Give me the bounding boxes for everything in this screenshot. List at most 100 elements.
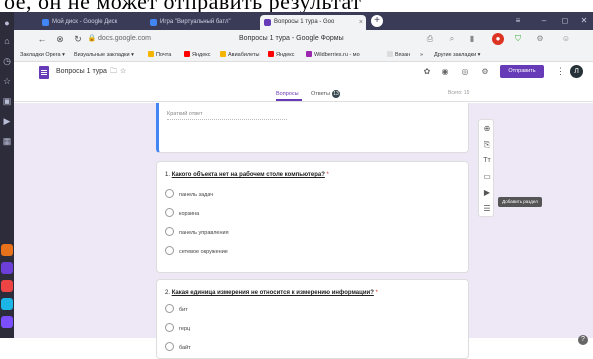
search-icon[interactable]: ⌕ — [446, 33, 458, 45]
drive-icon — [42, 19, 49, 26]
add-section-icon[interactable]: ☰ — [482, 204, 492, 214]
question-title[interactable]: 2. Какая единица измерения не относится … — [165, 290, 378, 296]
extensions-icon[interactable]: ▦ — [2, 136, 12, 146]
reload-icon[interactable]: ↻ — [72, 33, 84, 45]
bookmark-wildberries[interactable]: Wildberries.ru - мо — [306, 51, 360, 60]
close-tab-icon[interactable]: × — [359, 15, 363, 30]
radio-button[interactable] — [165, 246, 174, 255]
tab-google-drive[interactable]: Мой диск - Google Диск — [38, 15, 144, 30]
bookmark-other[interactable]: Другие закладки ▾ — [434, 51, 480, 60]
tooltip: Добавить раздел — [498, 197, 542, 207]
mail-app-icon[interactable] — [1, 244, 13, 256]
active-tab-indicator — [276, 99, 302, 101]
radio-option[interactable]: бит — [165, 304, 188, 316]
opera-menu-icon[interactable]: ⊗ — [54, 33, 66, 45]
history-icon[interactable]: ◷ — [2, 56, 12, 66]
adblock-icon[interactable]: ● — [492, 33, 504, 45]
radio-button[interactable] — [165, 342, 174, 351]
url-field[interactable]: docs.google.com — [98, 33, 151, 45]
answers-count-badge: 13 — [332, 90, 341, 98]
telegram-app-icon[interactable] — [1, 298, 13, 310]
bookmark-knit[interactable]: Вязан — [387, 51, 410, 60]
minimize-icon[interactable]: – — [538, 15, 550, 27]
eye-icon[interactable]: ◎ — [460, 67, 470, 77]
palette-icon[interactable]: ✿ — [422, 67, 432, 77]
star-icon[interactable]: ☆ — [120, 68, 126, 75]
player-icon[interactable]: ▶ — [2, 116, 12, 126]
short-answer-field: Краткий ответ — [167, 111, 287, 120]
radio-option[interactable]: панель задач — [165, 189, 213, 201]
screenshot-caption: ое, он не может отправить результат — [0, 0, 593, 12]
bookmark-yandex-2[interactable]: Яндекс — [268, 51, 295, 60]
forms-logo-icon[interactable] — [39, 66, 49, 79]
yandex-icon — [184, 51, 190, 57]
folder-icon[interactable]: 🗀 — [110, 68, 117, 75]
preview-icon[interactable]: ◉ — [440, 67, 450, 77]
bookmark-icon[interactable]: ▮ — [466, 33, 478, 45]
bookmark-opera[interactable]: Закладки Opera ▾ — [20, 51, 65, 60]
messenger-app-icon[interactable] — [1, 262, 13, 274]
form-canvas: Краткий ответ 1. Какого объекта нет на р… — [14, 103, 593, 359]
question-title[interactable]: 1. Какого объекта нет на рабочем столе к… — [165, 172, 329, 178]
maximize-icon[interactable]: ◻ — [559, 15, 571, 27]
radio-button[interactable] — [165, 208, 174, 217]
camera-icon[interactable]: ⎙ — [424, 33, 436, 45]
bookmarks-more[interactable]: » — [420, 51, 423, 60]
yandex-icon — [268, 51, 274, 57]
bookmark-mail[interactable]: Почта — [148, 51, 171, 60]
profile-icon[interactable]: ☺ — [560, 33, 572, 45]
radio-button[interactable] — [165, 189, 174, 198]
opera-sidebar: ● ⌂ ◷ ☆ ▣ ▶ ▦ — [0, 12, 14, 338]
assistant-app-icon[interactable] — [1, 316, 13, 328]
radio-button[interactable] — [165, 304, 174, 313]
form-title[interactable]: Вопросы 1 тура 🗀 ☆ — [56, 67, 126, 78]
help-icon[interactable]: ? — [578, 335, 588, 345]
radio-option[interactable]: корзина — [165, 208, 199, 220]
tab-questions[interactable]: Вопросы — [276, 90, 299, 98]
speed-dial-icon[interactable]: ⌂ — [2, 36, 12, 46]
tab-game[interactable]: Игра "Виртуальный батл" — [146, 15, 258, 30]
opera-logo-icon[interactable]: ● — [2, 18, 12, 28]
more-menu-icon[interactable]: ⋮ — [556, 66, 565, 77]
add-app-icon[interactable] — [1, 280, 13, 292]
radio-option[interactable]: панель управления — [165, 227, 229, 239]
avia-icon — [220, 51, 226, 57]
wildberries-icon — [306, 51, 312, 57]
new-tab-button[interactable]: + — [371, 15, 383, 27]
tab-forms[interactable]: Вопросы 1 тура - Goo × — [260, 15, 366, 30]
import-questions-icon[interactable]: ⎘ — [482, 140, 492, 150]
bookmarks-bar: Закладки Opera ▾ Визуальные закладки ▾ П… — [14, 49, 593, 62]
radio-option[interactable]: байт — [165, 342, 191, 354]
settings-gear-icon[interactable]: ⚙ — [480, 67, 490, 77]
tab-favicon-icon — [150, 19, 157, 26]
tab-strip: Мой диск - Google Диск Игра "Виртуальный… — [14, 12, 593, 30]
bookmark-avia[interactable]: Авиабилеты — [220, 51, 260, 60]
radio-button[interactable] — [165, 323, 174, 332]
knit-icon — [387, 51, 393, 57]
forms-header: Вопросы 1 тура 🗀 ☆ ✿ ◉ ◎ ⚙ Отправить ⋮ Л В… — [14, 62, 593, 102]
radio-option[interactable]: герц — [165, 323, 190, 335]
bookmarks-icon[interactable]: ☆ — [2, 76, 12, 86]
send-button[interactable]: Отправить — [500, 65, 544, 78]
close-window-icon[interactable]: ✕ — [578, 15, 590, 27]
add-video-icon[interactable]: ▶ — [482, 188, 492, 198]
radio-button[interactable] — [165, 227, 174, 236]
radio-option[interactable]: сетевое окружение — [165, 246, 228, 258]
extensions-puzzle-icon[interactable]: ⚙ — [534, 33, 546, 45]
question-card-short[interactable]: Краткий ответ — [156, 103, 469, 153]
question-card-1[interactable]: 1. Какого объекта нет на рабочем столе к… — [156, 161, 469, 273]
bookmark-visual[interactable]: Визуальные закладки ▾ — [74, 51, 134, 60]
add-title-icon[interactable]: Tт — [482, 156, 492, 166]
snapshot-icon[interactable]: ▣ — [2, 96, 12, 106]
avatar[interactable]: Л — [570, 65, 583, 78]
tab-answers[interactable]: Ответы 13 — [311, 90, 341, 98]
filter-icon[interactable]: ≡ — [512, 15, 524, 27]
vpn-icon[interactable]: ⛉ — [512, 33, 524, 45]
forms-icon — [264, 19, 271, 26]
question-toolbar: ⊕ ⎘ Tт ▭ ▶ ☰ — [478, 119, 494, 217]
bookmark-yandex[interactable]: Яндекс — [184, 51, 211, 60]
question-card-2[interactable]: 2. Какая единица измерения не относится … — [156, 279, 469, 359]
back-icon[interactable]: ← — [36, 33, 48, 45]
add-image-icon[interactable]: ▭ — [482, 172, 492, 182]
add-question-icon[interactable]: ⊕ — [482, 124, 492, 134]
